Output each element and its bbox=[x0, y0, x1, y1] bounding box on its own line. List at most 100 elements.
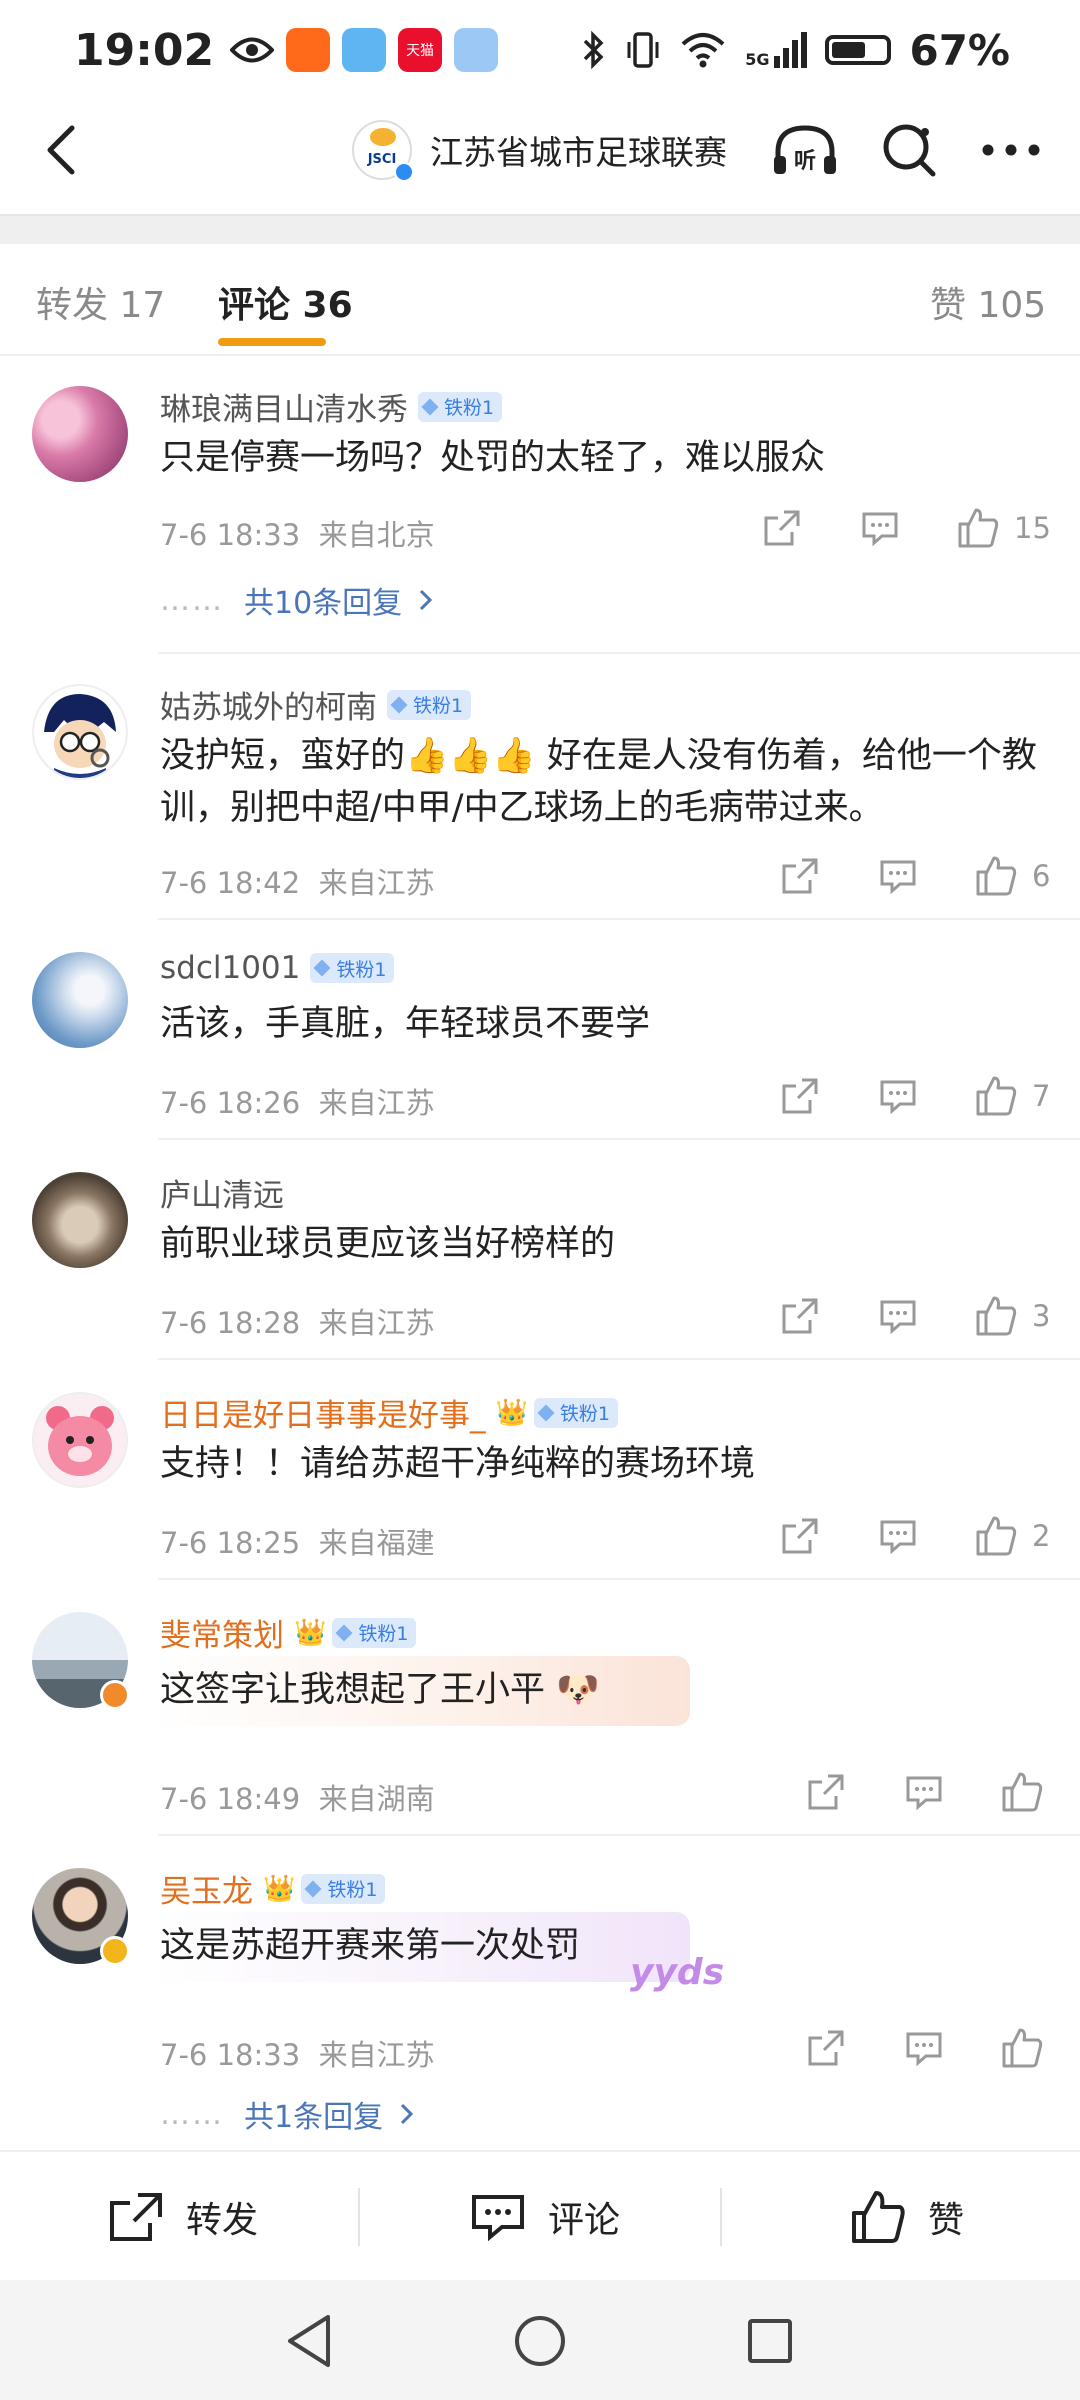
like-button[interactable] bbox=[1000, 2026, 1044, 2070]
notification-icons: 天猫 bbox=[230, 28, 499, 72]
commenter-name[interactable]: 日日是好日事事是好事_ 👑 铁粉1 bbox=[160, 1390, 618, 1435]
comment-button[interactable]: 评论 bbox=[470, 2182, 620, 2252]
reply-button[interactable] bbox=[904, 1772, 944, 1812]
commenter-name[interactable]: 吴玉龙 👑 铁粉1 bbox=[160, 1866, 386, 1911]
comment-meta: 7-6 18:33 来自江苏 bbox=[160, 2032, 435, 2074]
share-button[interactable] bbox=[780, 1516, 820, 1556]
view-replies-link[interactable]: …… 共1条回复 bbox=[160, 2092, 419, 2136]
commenter-name[interactable]: 庐山清远 bbox=[160, 1170, 284, 1215]
replies-count[interactable]: 共10条回复 bbox=[244, 578, 402, 622]
comment-text: 前职业球员更应该当好榜样的 bbox=[160, 1224, 616, 1264]
reply-button[interactable] bbox=[860, 508, 900, 548]
commenter-name[interactable]: sdcl1001 铁粉1 bbox=[160, 950, 395, 986]
tab-likes[interactable]: 赞 105 bbox=[930, 276, 1046, 328]
vibrate-icon bbox=[627, 32, 659, 68]
comment-icon bbox=[472, 2195, 524, 2242]
comment-item: 日日是好日事事是好事_ 👑 铁粉1 支持！！请给苏超干净纯粹的赛场环境 7-6 18… bbox=[0, 1360, 1080, 1580]
comment-location: 来自福建 bbox=[318, 1526, 435, 1560]
share-button[interactable] bbox=[806, 1772, 846, 1812]
fan-badge: 铁粉1 bbox=[418, 391, 503, 422]
like-button[interactable] bbox=[1000, 1770, 1044, 1814]
comment-icon bbox=[906, 2032, 942, 2067]
status-bar: 19:02 天猫 5G 67% bbox=[0, 0, 1080, 100]
commenter-name-text[interactable]: 姑苏城外的柯南 bbox=[160, 682, 377, 727]
tab-repost[interactable]: 转发 17 bbox=[36, 276, 165, 328]
comment-location: 来自江苏 bbox=[318, 1306, 435, 1340]
commenter-name-text[interactable]: 斐常策划 bbox=[160, 1610, 284, 1655]
commenter-name-text[interactable]: 吴玉龙 bbox=[160, 1866, 253, 1911]
like-count: 3 bbox=[1032, 1299, 1051, 1333]
avatar[interactable] bbox=[32, 1868, 130, 1966]
comment-icon bbox=[862, 512, 898, 547]
like-button[interactable]: 7 bbox=[974, 1074, 1050, 1118]
nav-recents-button[interactable] bbox=[735, 2306, 805, 2376]
like-button[interactable]: 赞 bbox=[850, 2182, 964, 2252]
comment-text: 这是苏超开赛来第一次处罚 bbox=[160, 1926, 581, 1966]
account-avatar[interactable]: JSCI bbox=[352, 120, 414, 182]
more-button[interactable] bbox=[976, 120, 1046, 180]
app-icon-orange bbox=[286, 28, 331, 72]
share-button[interactable] bbox=[780, 1296, 820, 1336]
account-header[interactable]: JSCI 江苏省城市足球联赛 bbox=[352, 118, 727, 182]
commenter-name[interactable]: 琳琅满目山清水秀 铁粉1 bbox=[160, 384, 503, 429]
share-button[interactable] bbox=[780, 1076, 820, 1116]
avatar[interactable] bbox=[32, 952, 128, 1048]
reply-button[interactable] bbox=[904, 2028, 944, 2068]
verified-badge-icon bbox=[100, 1936, 130, 1966]
bottom-action-bar: 转发 评论 赞 bbox=[0, 2150, 1080, 2282]
diamond-icon bbox=[335, 1624, 353, 1641]
view-replies-link[interactable]: …… 共10条回复 bbox=[160, 578, 438, 622]
like-button[interactable]: 6 bbox=[974, 854, 1050, 898]
reply-button[interactable] bbox=[878, 1076, 918, 1116]
comment-icon bbox=[880, 1080, 916, 1115]
diamond-icon bbox=[304, 1880, 322, 1897]
commenter-name-text[interactable]: 琳琅满目山清水秀 bbox=[160, 384, 408, 429]
tab-comments[interactable]: 评论 36 bbox=[218, 276, 353, 328]
avatar[interactable] bbox=[32, 684, 128, 780]
thumbs-up-icon bbox=[958, 508, 999, 548]
commenter-name[interactable]: 姑苏城外的柯南 铁粉1 bbox=[160, 682, 472, 727]
share-button[interactable] bbox=[780, 856, 820, 896]
yyds-sticker: yyds bbox=[630, 1952, 725, 1993]
share-icon bbox=[764, 510, 800, 546]
avatar[interactable] bbox=[32, 1172, 128, 1268]
commenter-name[interactable]: 斐常策划 👑 铁粉1 bbox=[160, 1610, 417, 1655]
app-icon-blue bbox=[454, 28, 499, 72]
search-button[interactable] bbox=[874, 120, 944, 180]
thumbs-up-icon bbox=[976, 856, 1017, 896]
replies-count[interactable]: 共1条回复 bbox=[244, 2092, 383, 2136]
like-button[interactable]: 3 bbox=[974, 1294, 1050, 1338]
share-button[interactable] bbox=[762, 508, 802, 548]
thumbs-up-icon bbox=[976, 1296, 1017, 1336]
comment-location: 来自北京 bbox=[318, 518, 435, 552]
share-icon bbox=[782, 1298, 818, 1334]
reply-button[interactable] bbox=[878, 856, 918, 896]
crown-icon: 👑 bbox=[294, 1617, 327, 1648]
avatar[interactable] bbox=[32, 386, 128, 482]
like-button[interactable]: 15 bbox=[956, 506, 1051, 550]
avatar-image bbox=[46, 1406, 114, 1476]
comment-location: 来自湖南 bbox=[318, 1782, 435, 1816]
like-count: 15 bbox=[1014, 511, 1051, 545]
share-button[interactable] bbox=[806, 2028, 846, 2068]
reply-button[interactable] bbox=[878, 1516, 918, 1556]
reply-button[interactable] bbox=[878, 1296, 918, 1336]
commenter-name-text[interactable]: 庐山清远 bbox=[160, 1170, 284, 1215]
comment-time: 7-6 18:33 bbox=[160, 518, 301, 552]
commenter-name-text[interactable]: sdcl1001 bbox=[160, 950, 300, 986]
comment-meta: 7-6 18:49 来自湖南 bbox=[160, 1776, 435, 1818]
doge-emoji: 🐶 bbox=[556, 1670, 600, 1710]
account-name[interactable]: 江苏省城市足球联赛 bbox=[430, 126, 727, 174]
avatar[interactable] bbox=[32, 1612, 130, 1710]
listen-button[interactable]: 听 bbox=[770, 120, 840, 180]
commenter-name-text[interactable]: 日日是好日事事是好事_ bbox=[160, 1390, 486, 1435]
back-arrow-icon bbox=[47, 125, 75, 175]
nav-back-button[interactable] bbox=[274, 2306, 344, 2376]
repost-button[interactable]: 转发 bbox=[108, 2182, 258, 2252]
comment-icon bbox=[880, 860, 916, 895]
back-button[interactable] bbox=[30, 120, 90, 180]
share-icon bbox=[808, 1774, 844, 1810]
like-button[interactable]: 2 bbox=[974, 1514, 1050, 1558]
nav-home-button[interactable] bbox=[505, 2306, 575, 2376]
avatar[interactable] bbox=[32, 1392, 128, 1488]
